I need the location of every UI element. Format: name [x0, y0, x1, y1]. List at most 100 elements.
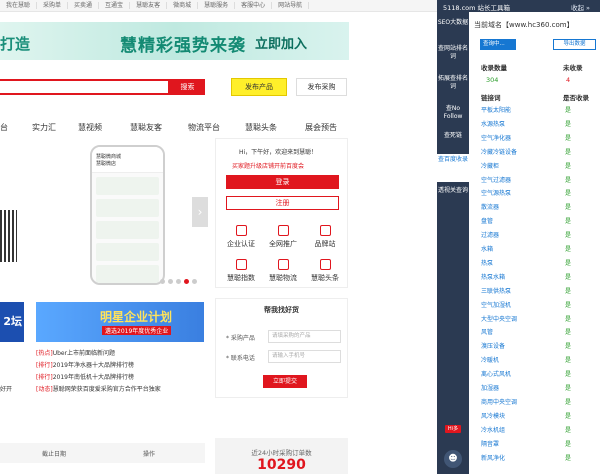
link-word[interactable]: 大型中央空调 — [481, 314, 517, 323]
topbar-link[interactable]: 网站导航 — [272, 2, 310, 9]
link-word[interactable]: 空气源热泵 — [481, 188, 511, 197]
carousel-dot[interactable] — [176, 279, 181, 284]
link-word[interactable]: 冷藏冷链设备 — [481, 147, 517, 156]
side-expand-rank[interactable]: 拓展查排名词 — [437, 75, 469, 91]
news-item[interactable]: [排行]2019年净水器十大品牌排行榜 — [36, 360, 206, 369]
side-perspective[interactable]: 透视关查询 — [437, 187, 469, 195]
news-item[interactable]: [动态]慧聪网荣获百度爱采购官方合作平台独家 — [36, 384, 206, 393]
link-word[interactable]: 水源热泵 — [481, 119, 505, 128]
link-word[interactable]: 冷暖机 — [481, 355, 499, 364]
phone-input[interactable]: 请输入手机号 — [268, 350, 341, 363]
topbar-link[interactable]: 互通宝 — [99, 2, 131, 9]
promo-banner[interactable]: 打造 慧精彩强势来袭 立即加入 — [0, 22, 349, 60]
link-word[interactable]: 水箱 — [481, 244, 493, 253]
indexed-status: 是 — [565, 120, 572, 128]
news-icon — [319, 259, 331, 270]
news-item[interactable]: [排行]2019年南低机十大品牌排行榜 — [36, 372, 206, 381]
link-word[interactable]: 盘管 — [481, 216, 493, 225]
side-site-rank[interactable]: 查网站排名词 — [437, 45, 469, 61]
topbar-link[interactable]: 慧聪友客 — [130, 2, 168, 9]
link-word[interactable]: 溴压设备 — [481, 341, 505, 350]
feature-label: 品牌站 — [314, 240, 336, 248]
indexed-status: 是 — [565, 273, 572, 281]
nav-item[interactable]: 物流平台 — [188, 122, 220, 133]
feature-item[interactable]: 慧聪指数 — [221, 259, 261, 283]
search-button[interactable]: 搜索 — [170, 79, 205, 95]
qr-code-image — [0, 210, 17, 262]
login-card: Hi，下午好，欢迎来到慧聪！ 买家题升级店铺开前百度会 登录 注册 企业认证 全… — [215, 138, 348, 288]
nav-item[interactable]: 慧聪头条 — [245, 122, 277, 133]
feature-item[interactable]: 慧聪头条 — [305, 259, 345, 283]
side-seo-data[interactable]: SEO大数据 — [437, 19, 469, 27]
banner-join-link[interactable]: 立即加入 — [255, 33, 307, 52]
link-word[interactable]: 加湿器 — [481, 383, 499, 392]
link-word[interactable]: 三联供热泵 — [481, 286, 511, 295]
carousel-dot[interactable] — [160, 279, 165, 284]
product-input[interactable]: 请填采购的产品 — [268, 330, 341, 343]
link-word[interactable]: 空气净化器 — [481, 133, 511, 142]
indexed-status: 是 — [565, 148, 572, 156]
link-word[interactable]: 过滤器 — [481, 230, 499, 239]
news-tag: [排行] — [36, 362, 53, 369]
topbar-link[interactable]: 客服中心 — [235, 2, 273, 9]
login-button[interactable]: 登录 — [226, 175, 339, 189]
topbar-link[interactable]: 微商城 — [167, 2, 199, 9]
side-dead-link[interactable]: 查死链 — [437, 132, 469, 140]
feature-item[interactable]: 慧聪物流 — [263, 259, 303, 283]
link-word[interactable]: 风管 — [481, 327, 493, 336]
link-word[interactable]: 风冷模块 — [481, 411, 505, 420]
side-baidu-index[interactable]: 查百度收录 — [437, 154, 469, 182]
link-word[interactable]: 隔音罩 — [481, 439, 499, 448]
search-input[interactable] — [0, 79, 170, 95]
link-word[interactable]: 热泵水箱 — [481, 272, 505, 281]
carousel-dot[interactable] — [168, 279, 173, 284]
link-word[interactable]: 商用中央空调 — [481, 397, 517, 406]
register-button[interactable]: 注册 — [226, 196, 339, 210]
topbar-link[interactable]: 采购单 — [37, 2, 69, 9]
nav-item[interactable]: 实力汇 — [32, 122, 56, 133]
feature-item[interactable]: 全网推广 — [263, 225, 303, 249]
link-word[interactable]: 离心式风机 — [481, 369, 511, 378]
link-word[interactable]: 热泵 — [481, 258, 493, 267]
feature-item[interactable]: 企业认证 — [221, 225, 261, 249]
news-item[interactable]: [热点]Uber上市前面临新问题 — [36, 348, 206, 357]
carousel-next-arrow-icon[interactable]: › — [192, 197, 208, 227]
carousel-dot-active[interactable] — [184, 279, 189, 284]
publish-product-button[interactable]: 发布产品 — [231, 78, 287, 96]
collapse-button[interactable]: 收起 » — [571, 2, 590, 12]
qq-icon[interactable]: ☻ — [444, 450, 462, 468]
indexed-status: 是 — [565, 357, 572, 365]
link-word[interactable]: 空气加湿机 — [481, 300, 511, 309]
forum-banner[interactable]: 2坛 — [0, 302, 24, 342]
link-word[interactable]: 新风净化 — [481, 453, 505, 462]
topbar-link[interactable]: 慧聪服务 — [198, 2, 236, 9]
feature-item[interactable]: 品牌站 — [305, 225, 345, 249]
link-word[interactable]: 散流器 — [481, 202, 499, 211]
topbar-link[interactable]: 我在慧聪 — [0, 2, 38, 9]
indexed-status: 是 — [565, 426, 572, 434]
link-word[interactable]: 冷水机组 — [481, 425, 505, 434]
query-button[interactable]: 查询中... — [480, 39, 516, 50]
nav-item[interactable]: 慧聪友客 — [130, 122, 162, 133]
submit-button[interactable]: 立即提交 — [263, 375, 307, 388]
publish-purchase-button[interactable]: 发布采购 — [296, 78, 347, 96]
link-word[interactable]: 平板太阳能 — [481, 105, 511, 114]
topbar-link[interactable]: 买卖通 — [68, 2, 100, 9]
side-nofollow[interactable]: 查No Follow — [437, 105, 469, 121]
side-badge[interactable]: Hi多 — [445, 425, 461, 433]
nav-item[interactable]: 慧视频 — [78, 122, 102, 133]
link-word[interactable]: 空气过滤器 — [481, 175, 511, 184]
export-button[interactable]: 导出数据 — [553, 39, 596, 50]
login-ad-link[interactable]: 买家题升级店铺开前百度会 — [232, 161, 304, 170]
left-news-item[interactable]: 好开 — [0, 384, 20, 393]
feature-label: 慧聪指数 — [227, 274, 255, 282]
indexed-status: 是 — [565, 454, 572, 462]
link-word[interactable]: 冷藏柜 — [481, 161, 499, 170]
indexed-status: 是 — [565, 204, 572, 212]
nav-item[interactable]: 台 — [0, 122, 8, 133]
indexed-status: 是 — [565, 259, 572, 267]
star-enterprise-banner[interactable]: 明星企业计划 遴选2019年度优秀企业 — [36, 302, 204, 342]
carousel-dot[interactable] — [192, 279, 197, 284]
index-icon — [235, 259, 247, 270]
nav-item[interactable]: 展会预告 — [305, 122, 337, 133]
